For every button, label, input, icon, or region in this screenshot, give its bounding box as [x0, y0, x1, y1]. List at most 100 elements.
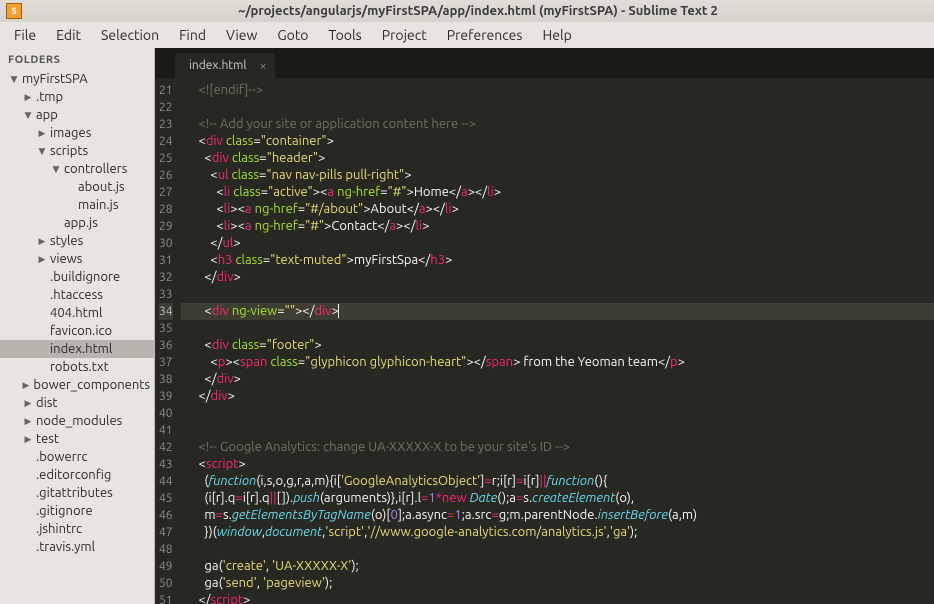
tree-item[interactable]: ▼controllers: [0, 160, 154, 178]
tree-label: .travis.yml: [36, 540, 95, 554]
code-line[interactable]: [181, 286, 934, 303]
code-line[interactable]: [181, 99, 934, 116]
tree-item[interactable]: ▼app: [0, 106, 154, 124]
menu-tools[interactable]: Tools: [319, 23, 372, 47]
code-line[interactable]: <div ng-view=""></div>: [181, 303, 934, 320]
chevron-right-icon[interactable]: ▶: [22, 415, 34, 427]
code-line[interactable]: m=s.getElementsByTagName(o)[0];a.async=1…: [181, 507, 934, 524]
code-line[interactable]: (i[r].q=i[r].q||[]).push(arguments)},i[r…: [181, 490, 934, 507]
tree-item[interactable]: .editorconfig: [0, 466, 154, 484]
tree-item[interactable]: ▶images: [0, 124, 154, 142]
code-line[interactable]: <script>: [181, 456, 934, 473]
code-line[interactable]: (function(i,s,o,g,r,a,m){i['GoogleAnalyt…: [181, 473, 934, 490]
tree-label: images: [50, 126, 91, 140]
folder-tree[interactable]: ▼myFirstSPA▶.tmp▼app▶images▼scripts▼cont…: [0, 70, 154, 556]
chevron-right-icon[interactable]: ▶: [36, 253, 48, 265]
window-titlebar: S ~/projects/angularjs/myFirstSPA/app/in…: [0, 0, 934, 22]
code-line[interactable]: </ul>: [181, 235, 934, 252]
code-line[interactable]: <div class="header">: [181, 150, 934, 167]
code-line[interactable]: [181, 541, 934, 558]
tree-item[interactable]: .buildignore: [0, 268, 154, 286]
code-line[interactable]: </div>: [181, 388, 934, 405]
code-line[interactable]: <li><a ng-href="#">Contact</a></li>: [181, 218, 934, 235]
code-line[interactable]: </script>: [181, 592, 934, 604]
menu-file[interactable]: File: [4, 23, 46, 47]
tree-item[interactable]: .bowerrc: [0, 448, 154, 466]
menu-goto[interactable]: Goto: [267, 23, 318, 47]
tree-item[interactable]: ▼scripts: [0, 142, 154, 160]
tab-bar[interactable]: index.html ×: [155, 48, 934, 78]
code-line[interactable]: <!-- Add your site or application conten…: [181, 116, 934, 133]
tree-item[interactable]: .gitattributes: [0, 484, 154, 502]
menu-edit[interactable]: Edit: [46, 23, 91, 47]
close-icon[interactable]: ×: [260, 60, 267, 73]
code-line[interactable]: <li class="active"><a ng-href="#">Home</…: [181, 184, 934, 201]
code-line[interactable]: ga('create', 'UA-XXXXX-X');: [181, 558, 934, 575]
chevron-right-icon[interactable]: ▶: [36, 235, 48, 247]
tree-item[interactable]: ▶test: [0, 430, 154, 448]
editor-pane[interactable]: index.html × 212223242526272829303132333…: [155, 48, 934, 604]
sidebar[interactable]: FOLDERS ▼myFirstSPA▶.tmp▼app▶images▼scri…: [0, 48, 155, 604]
code-line[interactable]: <![endif]-->: [181, 82, 934, 99]
tree-label: controllers: [64, 162, 127, 176]
chevron-right-icon[interactable]: ▶: [36, 127, 48, 139]
chevron-right-icon[interactable]: ▶: [22, 91, 34, 103]
tree-item[interactable]: .gitignore: [0, 502, 154, 520]
tree-item[interactable]: .jshintrc: [0, 520, 154, 538]
code-line[interactable]: })(window,document,'script','//www.googl…: [181, 524, 934, 541]
tree-item[interactable]: favicon.ico: [0, 322, 154, 340]
tree-item[interactable]: ▶bower_components: [0, 376, 154, 394]
tree-item[interactable]: 404.html: [0, 304, 154, 322]
tree-item[interactable]: ▼myFirstSPA: [0, 70, 154, 88]
menu-view[interactable]: View: [216, 23, 267, 47]
code-line[interactable]: <div class="footer">: [181, 337, 934, 354]
tree-item[interactable]: app.js: [0, 214, 154, 232]
menu-project[interactable]: Project: [372, 23, 437, 47]
line-gutter: 2122232425262728293031323334353637383940…: [155, 78, 181, 604]
file-tab[interactable]: index.html ×: [175, 53, 275, 78]
tab-label: index.html: [189, 59, 247, 72]
code-line[interactable]: </div>: [181, 371, 934, 388]
chevron-right-icon[interactable]: ▶: [20, 379, 31, 391]
code-line[interactable]: <div class="container">: [181, 133, 934, 150]
code-line[interactable]: <li><a ng-href="#/about">About</a></li>: [181, 201, 934, 218]
spacer-icon: [64, 181, 76, 193]
code-line[interactable]: [181, 422, 934, 439]
tree-item[interactable]: .htaccess: [0, 286, 154, 304]
tree-item[interactable]: ▶views: [0, 250, 154, 268]
tree-item[interactable]: ▶node_modules: [0, 412, 154, 430]
chevron-down-icon[interactable]: ▼: [50, 163, 62, 175]
code-line[interactable]: [181, 405, 934, 422]
menu-find[interactable]: Find: [169, 23, 216, 47]
chevron-down-icon[interactable]: ▼: [36, 145, 48, 157]
tree-item[interactable]: about.js: [0, 178, 154, 196]
tree-item[interactable]: .travis.yml: [0, 538, 154, 556]
code-line[interactable]: <p><span class="glyphicon glyphicon-hear…: [181, 354, 934, 371]
chevron-down-icon[interactable]: ▼: [22, 109, 34, 121]
tree-label: .gitignore: [36, 504, 93, 518]
code-line[interactable]: <ul class="nav nav-pills pull-right">: [181, 167, 934, 184]
chevron-right-icon[interactable]: ▶: [22, 433, 34, 445]
chevron-down-icon[interactable]: ▼: [8, 73, 20, 85]
code-line[interactable]: </div>: [181, 269, 934, 286]
code-area[interactable]: 2122232425262728293031323334353637383940…: [155, 78, 934, 604]
code-line[interactable]: [181, 320, 934, 337]
tree-item[interactable]: ▶dist: [0, 394, 154, 412]
tree-item[interactable]: index.html: [0, 340, 154, 358]
chevron-right-icon[interactable]: ▶: [22, 397, 34, 409]
code-line[interactable]: <h3 class="text-muted">myFirstSpa</h3>: [181, 252, 934, 269]
tree-label: node_modules: [36, 414, 122, 428]
tree-item[interactable]: robots.txt: [0, 358, 154, 376]
tree-label: .htaccess: [50, 288, 103, 302]
tree-item[interactable]: ▶.tmp: [0, 88, 154, 106]
code-content[interactable]: <![endif]--> <!-- Add your site or appli…: [181, 78, 934, 604]
code-line[interactable]: <!-- Google Analytics: change UA-XXXXX-X…: [181, 439, 934, 456]
tree-label: bower_components: [33, 378, 150, 392]
tree-item[interactable]: ▶styles: [0, 232, 154, 250]
menu-preferences[interactable]: Preferences: [437, 23, 533, 47]
menu-help[interactable]: Help: [532, 23, 581, 47]
tree-item[interactable]: main.js: [0, 196, 154, 214]
code-line[interactable]: ga('send', 'pageview');: [181, 575, 934, 592]
spacer-icon: [22, 523, 34, 535]
menu-selection[interactable]: Selection: [91, 23, 169, 47]
